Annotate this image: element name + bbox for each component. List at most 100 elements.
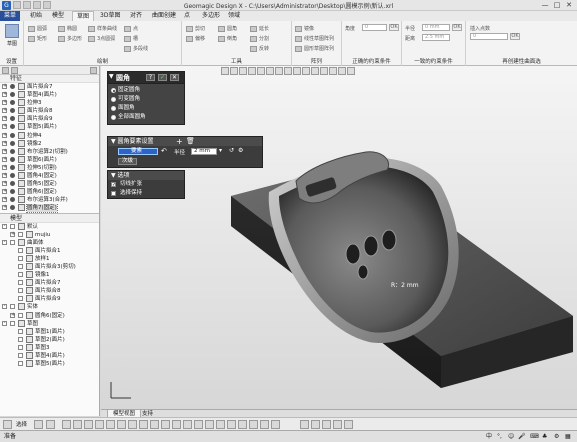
array-item[interactable]: 线性草图阵列 (295, 35, 334, 42)
angle-ok-button[interactable]: OK (389, 24, 399, 31)
tab-3d-sketch[interactable]: 3D草图 (96, 11, 124, 21)
feature-tree-header[interactable]: 特征 (0, 75, 99, 83)
feature-tree-item[interactable]: + 镜像2 (0, 139, 99, 148)
tool-item[interactable]: 分割 (250, 35, 269, 42)
insert-field[interactable]: 0 (470, 33, 508, 40)
draw-item[interactable]: 点 (124, 25, 138, 32)
option-full-round-fillet[interactable]: 全部面圆角 (108, 113, 184, 122)
feature-tree-item[interactable]: + 布尔运算3(合并) (0, 196, 99, 204)
tool-item[interactable]: 反转 (250, 45, 269, 52)
feature-tree-item[interactable]: + 草图6(面片) (0, 155, 99, 164)
punctuation-icon[interactable]: °, (497, 431, 502, 442)
expand-toggle-icon[interactable]: + (10, 231, 15, 237)
model-tree-item[interactable]: - 实体 (0, 303, 99, 311)
shrink-icon[interactable] (271, 420, 280, 429)
visibility-checkbox[interactable] (18, 344, 23, 350)
tab-model[interactable]: 模型 (48, 11, 68, 21)
feature-tree-item[interactable]: + 圆角6(固定) (0, 188, 99, 196)
tab-align[interactable]: 对齐 (126, 11, 146, 21)
expand-toggle-icon[interactable]: + (2, 100, 7, 106)
expand-toggle-icon[interactable]: + (10, 312, 15, 318)
filter-icon[interactable] (34, 420, 43, 429)
feature-tree-item[interactable]: + 面片拟合8 (0, 107, 99, 115)
radio-icon[interactable] (111, 106, 116, 111)
tab-initial[interactable]: 初始 (26, 11, 46, 21)
feature-tree-item[interactable]: + 拉伸3 (0, 99, 99, 107)
model-tree-item[interactable]: 草图2(面片) (0, 335, 99, 344)
keep-selection-option[interactable]: 选择保持 (108, 189, 184, 198)
brush-select-icon[interactable] (238, 420, 247, 429)
snap-icon[interactable] (300, 420, 309, 429)
expand-toggle-icon[interactable]: + (2, 116, 7, 122)
expand-toggle-icon[interactable]: + (2, 92, 7, 98)
visibility-checkbox[interactable] (18, 312, 23, 318)
model-tree-item[interactable]: 面片拟合9 (0, 295, 99, 303)
model-tree-item[interactable]: 面片拟合7 (0, 279, 99, 287)
visibility-eye-icon[interactable] (10, 189, 15, 195)
draw-item[interactable]: 椭圆 (58, 25, 77, 32)
feature-tree-item[interactable]: + 圆角7(固定) (0, 204, 99, 213)
visibility-checkbox[interactable] (10, 304, 15, 310)
input-method-icon[interactable]: 中 (486, 431, 492, 442)
expand-toggle-icon[interactable]: + (2, 164, 7, 170)
add-icon[interactable]: + (176, 137, 183, 146)
grid-icon[interactable]: ▦ (565, 431, 571, 442)
radio-icon[interactable] (111, 97, 116, 102)
tool-item[interactable]: 剪切 (186, 25, 205, 32)
select-all-icon[interactable] (183, 420, 192, 429)
select-region-icon[interactable] (117, 420, 126, 429)
visibility-eye-icon[interactable] (10, 84, 15, 89)
model-tree-item[interactable]: - 曲面体 (0, 238, 99, 247)
visibility-eye-icon[interactable] (10, 205, 15, 211)
dropdown-icon[interactable] (46, 420, 55, 429)
feature-tree-item[interactable]: + 拉伸5(切割) (0, 163, 99, 172)
model-tree-item[interactable]: 草图5(面片) (0, 360, 99, 368)
visibility-eye-icon[interactable] (10, 197, 15, 203)
select-axis-icon[interactable] (161, 420, 170, 429)
feature-tree-item[interactable]: + 草图5(面片) (0, 123, 99, 131)
tools-icon[interactable]: ⚙ (554, 431, 559, 442)
visibility-checkbox[interactable] (18, 272, 23, 278)
expand-toggle-icon[interactable]: + (2, 108, 7, 114)
secondary-button[interactable]: 次级 (118, 158, 138, 165)
expand-toggle-icon[interactable]: + (2, 140, 7, 146)
visibility-checkbox[interactable] (18, 263, 23, 269)
radio-icon[interactable] (111, 88, 116, 93)
expand-toggle-icon[interactable]: - (2, 304, 7, 310)
expand-toggle-icon[interactable]: + (2, 181, 7, 187)
expand-toggle-icon[interactable]: + (2, 148, 7, 154)
model-tree-item[interactable]: + 圆角6(固定) (0, 311, 99, 320)
expand-toggle-icon[interactable]: + (2, 189, 7, 195)
expand-toggle-icon[interactable]: + (2, 124, 7, 130)
draw-item[interactable]: 圆弧 (28, 25, 47, 32)
option-face-fillet[interactable]: 面圆角 (108, 104, 184, 113)
fillet-elements-title[interactable]: ▼ 圆角要素设置 + 🗑 (108, 137, 262, 146)
tab-point[interactable]: 点 (180, 11, 194, 21)
keyboard-icon[interactable]: ⌨ (530, 431, 539, 442)
visibility-eye-icon[interactable] (10, 132, 15, 138)
radio-icon[interactable] (111, 115, 116, 120)
select-sketch-icon[interactable] (106, 420, 115, 429)
expand-toggle-icon[interactable]: + (2, 84, 7, 89)
array-item[interactable]: 圆形草图阵列 (295, 45, 334, 52)
maximize-icon[interactable]: □ (551, 0, 563, 10)
expand-toggle-icon[interactable]: + (2, 205, 7, 211)
visibility-checkbox[interactable] (10, 239, 15, 245)
draw-item[interactable]: 多段线 (124, 45, 148, 52)
radius-input[interactable]: 2 mm (191, 148, 217, 155)
array-item[interactable]: 镜像 (295, 25, 314, 32)
sketch-button[interactable]: 草图 (3, 23, 21, 51)
expand-toggle-icon[interactable]: - (2, 223, 7, 229)
collapse-icon[interactable]: ▼ (109, 73, 114, 80)
draw-item[interactable]: 样条曲线 (88, 25, 117, 32)
tab-polygon[interactable]: 多边形 (198, 11, 224, 21)
panel-close-icon[interactable] (90, 67, 97, 74)
tab-file[interactable]: 菜单 (0, 11, 21, 21)
option-fixed-fillet[interactable]: 固定圆角 (108, 86, 184, 95)
visibility-eye-icon[interactable] (10, 124, 15, 130)
visibility-checkbox[interactable] (10, 223, 15, 229)
model-tree-item[interactable]: 草图1(面片) (0, 327, 99, 336)
expand-toggle-icon[interactable]: + (2, 197, 7, 203)
expand-icon[interactable] (260, 420, 269, 429)
radius-ok-button[interactable]: OK (452, 24, 462, 31)
